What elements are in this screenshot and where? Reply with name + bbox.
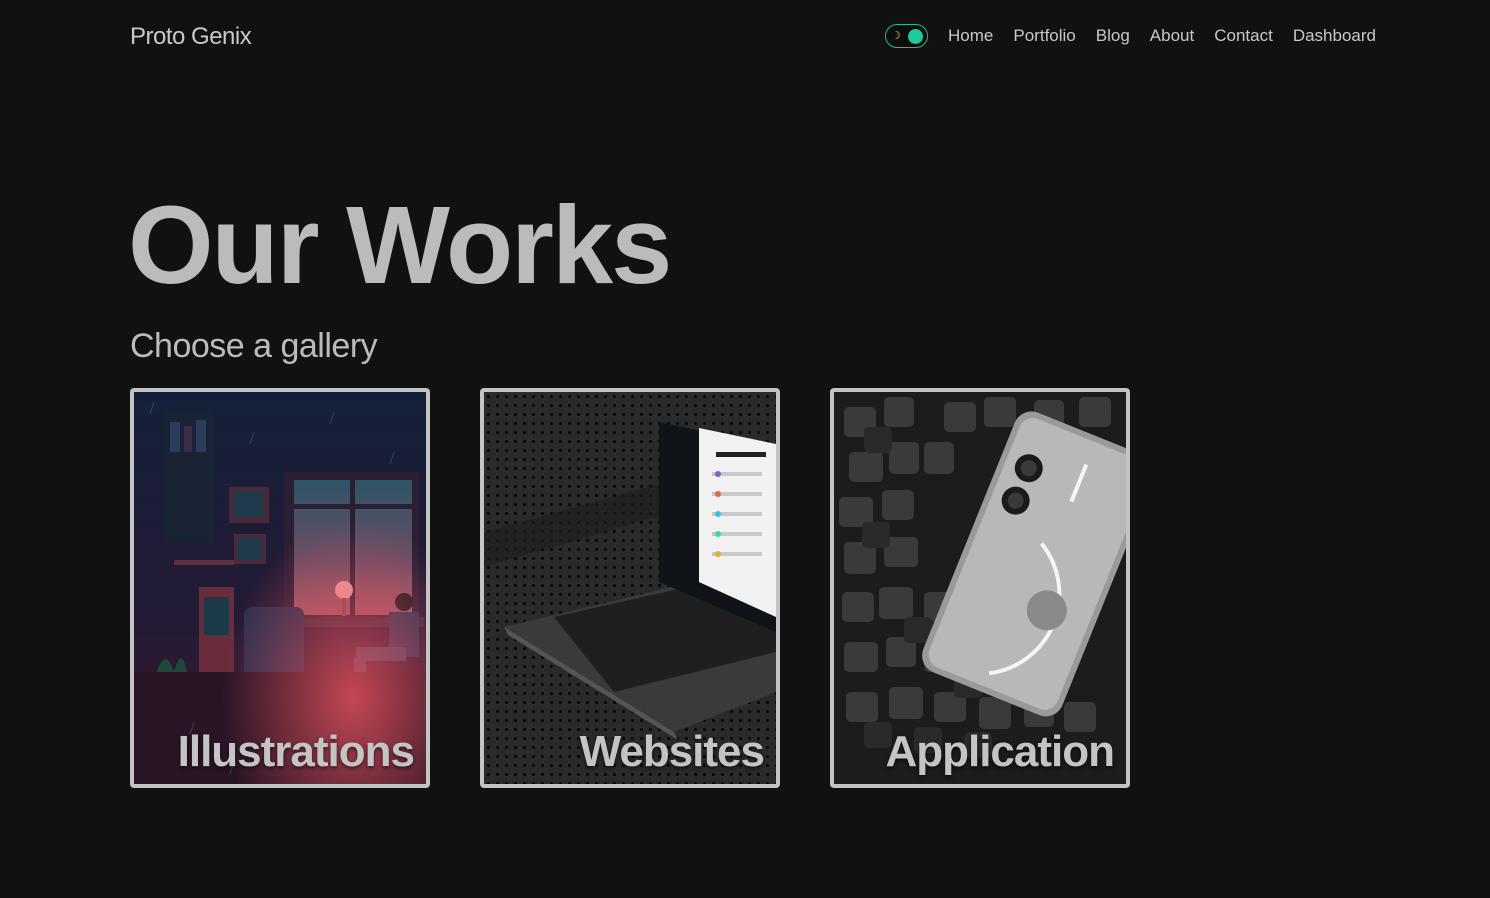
navbar: Proto Genix ☽ Home Portfolio Blog About …	[0, 0, 1490, 74]
nav-link-dashboard[interactable]: Dashboard	[1293, 26, 1376, 46]
nav-link-home[interactable]: Home	[948, 26, 993, 46]
website-image	[484, 392, 776, 784]
toggle-knob	[908, 29, 924, 44]
gallery-card-label: Websites	[579, 727, 765, 776]
page-title: Our Works	[128, 184, 672, 307]
moon-icon: ☽	[891, 30, 901, 42]
nav-link-blog[interactable]: Blog	[1096, 26, 1130, 46]
gallery-card-websites[interactable]: Websites	[480, 388, 780, 788]
gallery-card-label: Illustrations	[177, 727, 415, 776]
gallery-card-application[interactable]: Application	[830, 388, 1130, 788]
nav-menu: ☽ Home Portfolio Blog About Contact Dash…	[885, 24, 1376, 48]
nav-link-contact[interactable]: Contact	[1214, 26, 1273, 46]
illustration-image	[134, 392, 426, 784]
page-subtitle: Choose a gallery	[130, 327, 378, 365]
gallery-card-label: Application	[885, 727, 1115, 776]
gallery-card-illustrations[interactable]: Illustrations	[130, 388, 430, 788]
nav-link-portfolio[interactable]: Portfolio	[1013, 26, 1075, 46]
brand-logo[interactable]: Proto Genix	[130, 23, 252, 51]
theme-toggle[interactable]: ☽	[885, 24, 929, 48]
gallery-grid: Illustrations Websites Application	[130, 388, 1130, 788]
nav-link-about[interactable]: About	[1150, 26, 1194, 46]
application-image	[834, 392, 1126, 784]
